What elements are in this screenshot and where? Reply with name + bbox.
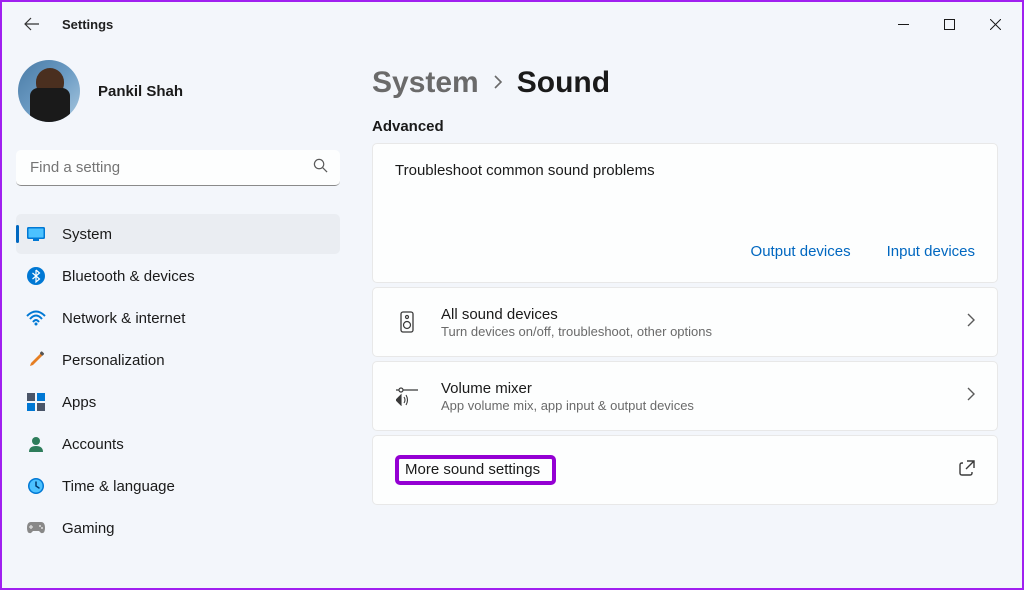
row-subtitle: App volume mix, app input & output devic… xyxy=(441,398,967,413)
sidebar-item-accounts[interactable]: Accounts xyxy=(16,424,340,464)
volume-mixer-row[interactable]: Volume mixer App volume mix, app input &… xyxy=(372,361,998,431)
main-content: System Sound Advanced Troubleshoot commo… xyxy=(354,46,1022,588)
sidebar-item-personalization[interactable]: Personalization xyxy=(16,340,340,380)
titlebar: Settings xyxy=(2,2,1022,46)
chevron-right-icon xyxy=(967,313,975,332)
chevron-right-icon xyxy=(967,387,975,406)
search-box xyxy=(16,150,340,186)
minimize-icon xyxy=(898,19,909,30)
window-title: Settings xyxy=(62,17,113,32)
network-icon xyxy=(26,308,46,328)
row-title: All sound devices xyxy=(441,306,967,323)
row-text: Volume mixer App volume mix, app input &… xyxy=(441,380,967,413)
system-icon xyxy=(26,224,46,244)
sidebar: Pankil Shah System Bluetooth & devices xyxy=(2,46,354,588)
avatar xyxy=(18,60,80,122)
profile-name: Pankil Shah xyxy=(98,83,183,100)
maximize-icon xyxy=(944,19,955,30)
chevron-right-icon xyxy=(493,73,503,94)
troubleshoot-title: Troubleshoot common sound problems xyxy=(395,162,975,179)
sidebar-item-gaming[interactable]: Gaming xyxy=(16,508,340,548)
sidebar-item-time[interactable]: Time & language xyxy=(16,466,340,506)
arrow-left-icon xyxy=(24,16,40,32)
sidebar-item-label: Personalization xyxy=(62,352,165,369)
sidebar-item-label: Apps xyxy=(62,394,96,411)
troubleshoot-card: Troubleshoot common sound problems Outpu… xyxy=(372,143,998,283)
input-devices-link[interactable]: Input devices xyxy=(887,243,975,260)
breadcrumb-parent[interactable]: System xyxy=(372,66,479,100)
bluetooth-icon xyxy=(26,266,46,286)
row-text: All sound devices Turn devices on/off, t… xyxy=(441,306,967,339)
sidebar-item-label: Accounts xyxy=(62,436,124,453)
personalization-icon xyxy=(26,350,46,370)
row-title: More sound settings xyxy=(405,461,540,478)
close-icon xyxy=(990,19,1001,30)
sidebar-item-apps[interactable]: Apps xyxy=(16,382,340,422)
all-sound-devices-row[interactable]: All sound devices Turn devices on/off, t… xyxy=(372,287,998,357)
sidebar-item-label: Network & internet xyxy=(62,310,185,327)
nav-list: System Bluetooth & devices Network & int… xyxy=(16,214,340,548)
search-input[interactable] xyxy=(16,150,340,186)
sidebar-item-bluetooth[interactable]: Bluetooth & devices xyxy=(16,256,340,296)
back-button[interactable] xyxy=(16,8,48,40)
breadcrumb: System Sound xyxy=(372,66,998,100)
sidebar-item-label: Gaming xyxy=(62,520,115,537)
gaming-icon xyxy=(26,518,46,538)
mixer-icon xyxy=(395,386,419,406)
sidebar-item-label: Bluetooth & devices xyxy=(62,268,195,285)
breadcrumb-current: Sound xyxy=(517,66,610,100)
row-title: Volume mixer xyxy=(441,380,967,397)
speaker-icon xyxy=(395,311,419,333)
apps-icon xyxy=(26,392,46,412)
row-text: More sound settings xyxy=(395,455,959,485)
close-button[interactable] xyxy=(972,8,1018,40)
time-icon xyxy=(26,476,46,496)
output-devices-link[interactable]: Output devices xyxy=(751,243,851,260)
sidebar-item-system[interactable]: System xyxy=(16,214,340,254)
section-label: Advanced xyxy=(372,118,998,135)
search-icon xyxy=(313,158,328,178)
sidebar-item-label: System xyxy=(62,226,112,243)
profile-section[interactable]: Pankil Shah xyxy=(16,60,340,122)
maximize-button[interactable] xyxy=(926,8,972,40)
sidebar-item-network[interactable]: Network & internet xyxy=(16,298,340,338)
troubleshoot-links: Output devices Input devices xyxy=(395,243,975,260)
window-controls xyxy=(880,8,1018,40)
more-sound-settings-row[interactable]: More sound settings xyxy=(372,435,998,505)
external-link-icon xyxy=(959,460,975,481)
highlight-annotation: More sound settings xyxy=(395,455,556,485)
minimize-button[interactable] xyxy=(880,8,926,40)
row-subtitle: Turn devices on/off, troubleshoot, other… xyxy=(441,324,967,339)
accounts-icon xyxy=(26,434,46,454)
sidebar-item-label: Time & language xyxy=(62,478,175,495)
